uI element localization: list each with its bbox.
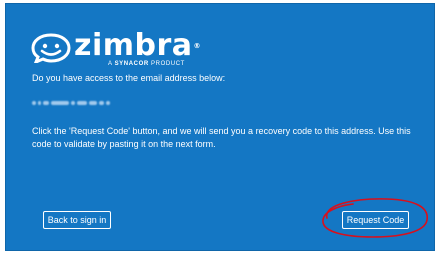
page: zimbra® A SYNACOR PRODUCT Do you have ac… bbox=[0, 0, 440, 257]
zimbra-logo: zimbra® A SYNACOR PRODUCT bbox=[31, 31, 201, 67]
back-to-sign-in-button[interactable]: Back to sign in bbox=[43, 211, 111, 229]
masked-email-address bbox=[32, 99, 114, 107]
logo-tagline: A SYNACOR PRODUCT bbox=[108, 61, 185, 67]
logo-wordmark: zimbra® bbox=[74, 28, 202, 63]
recovery-instructions: Click the 'Request Code' button, and we … bbox=[32, 126, 411, 149]
password-recovery-panel: zimbra® A SYNACOR PRODUCT Do you have ac… bbox=[5, 3, 435, 251]
request-code-button[interactable]: Request Code bbox=[342, 211, 409, 229]
email-access-question: Do you have access to the email address … bbox=[32, 73, 226, 83]
zimbra-smile-logo-icon bbox=[31, 33, 71, 63]
